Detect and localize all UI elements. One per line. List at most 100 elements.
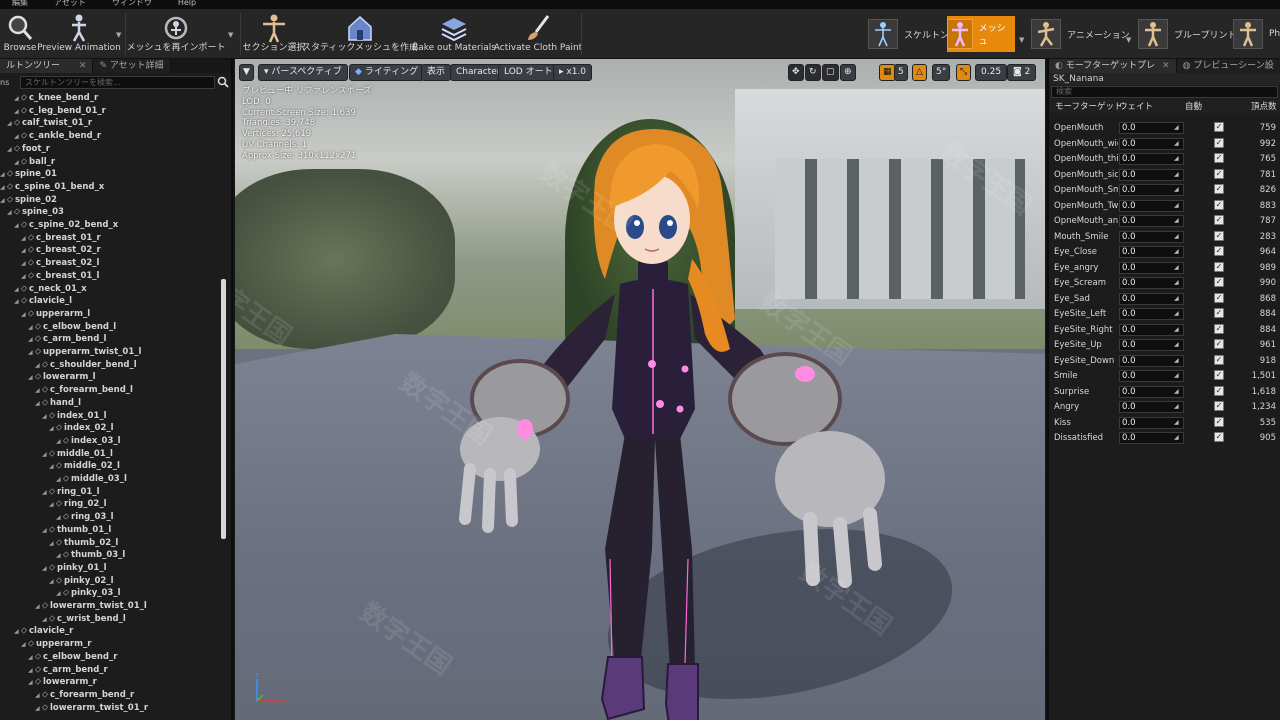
bone-tree-item[interactable]: ◢ ball_r: [14, 156, 55, 168]
weight-input[interactable]: 0.0 ◢: [1119, 432, 1184, 444]
auto-checkbox[interactable]: ✓: [1214, 292, 1224, 303]
expand-arrow-icon[interactable]: ◢: [42, 563, 49, 575]
bone-tree-item[interactable]: ◢ c_knee_bend_r: [14, 92, 98, 104]
expand-arrow-icon[interactable]: ◢: [28, 652, 35, 664]
expand-arrow-icon[interactable]: ◢: [56, 512, 63, 524]
browse-button[interactable]: Browse: [3, 9, 37, 59]
preview-animation-dropdown-icon[interactable]: ▼: [116, 31, 121, 39]
expand-arrow-icon[interactable]: ◢: [35, 385, 42, 397]
weight-input[interactable]: 0.0 ◢: [1119, 184, 1184, 196]
lighting-button[interactable]: ◆ ライティング: [349, 64, 425, 81]
bone-tree-item[interactable]: ◢ upperarm_twist_01_l: [28, 346, 141, 358]
tree-scrollbar[interactable]: [221, 279, 226, 539]
bone-tree-item[interactable]: ◢ upperarm_r: [21, 638, 91, 650]
morph-target-row[interactable]: EyeSite_Down 0.0 ◢ ✓ 918: [1051, 354, 1280, 369]
bone-tree-item[interactable]: ◢ foot_r: [7, 143, 50, 155]
header-weight[interactable]: ウェイト: [1119, 100, 1153, 112]
expand-arrow-icon[interactable]: ◢: [14, 93, 21, 105]
auto-checkbox[interactable]: ✓: [1214, 215, 1224, 225]
header-vertex-count[interactable]: 頂点数: [1251, 100, 1277, 112]
lod-auto-button[interactable]: LOD オート: [498, 64, 559, 81]
expand-arrow-icon[interactable]: ◢: [35, 703, 42, 715]
bone-tree-item[interactable]: ◢ c_ankle_bend_r: [14, 130, 101, 142]
tab-skeleton-tree[interactable]: ルトンツリー ✕: [0, 59, 94, 73]
auto-checkbox[interactable]: ✓: [1214, 370, 1224, 380]
bone-tree-item[interactable]: ◢ c_breast_02_l: [21, 257, 99, 269]
expand-arrow-icon[interactable]: ◢: [56, 588, 63, 600]
rotation-snap-value[interactable]: 5°: [932, 64, 951, 81]
expand-arrow-icon[interactable]: ◢: [14, 284, 21, 296]
weight-input[interactable]: 0.0 ◢: [1119, 168, 1184, 181]
activate-cloth-paint-button[interactable]: Activate Cloth Paint: [494, 9, 582, 59]
morph-target-row[interactable]: EyeSite_Right 0.0 ◢ ✓ 884: [1051, 323, 1280, 338]
close-icon[interactable]: ✕: [1162, 61, 1170, 71]
bone-tree-item[interactable]: ◢ spine_02: [0, 194, 57, 206]
make-static-mesh-button[interactable]: スタティックメッシュを作成: [302, 9, 418, 59]
weight-input[interactable]: 0.0 ◢: [1119, 261, 1184, 274]
bone-tree-item[interactable]: ◢ thumb_02_l: [49, 537, 118, 549]
expand-arrow-icon[interactable]: ◢: [42, 525, 49, 537]
weight-input[interactable]: 0.0 ◢: [1119, 370, 1184, 382]
morph-target-row[interactable]: Kiss 0.0 ◢ ✓ 535: [1051, 416, 1280, 431]
bone-tree-item[interactable]: ◢ c_elbow_bend_r: [28, 651, 117, 663]
expand-arrow-icon[interactable]: ◢: [35, 398, 42, 410]
bone-tree-item[interactable]: ◢ c_elbow_bend_l: [28, 321, 116, 333]
reimport-mesh-button[interactable]: メッシュを再インポート: [127, 9, 226, 59]
bone-tree-item[interactable]: ◢ c_breast_01_l: [21, 270, 99, 282]
expand-arrow-icon[interactable]: ◢: [56, 550, 63, 562]
auto-checkbox[interactable]: ✓: [1214, 354, 1224, 365]
bone-tree-item[interactable]: ◢ c_forearm_bend_r: [35, 689, 134, 701]
weight-input[interactable]: 0.0 ◢: [1119, 354, 1184, 367]
scale-snap-icon[interactable]: ⤡: [956, 64, 972, 81]
tab-asset-details[interactable]: ✎ アセット詳細: [93, 59, 171, 73]
mesh-mode-dropdown-icon[interactable]: ▼: [1019, 36, 1024, 44]
weight-input[interactable]: 0.0 ◢: [1119, 339, 1184, 351]
scale-snap-value[interactable]: 0.25: [975, 64, 1008, 81]
morph-target-row[interactable]: OpenMouth_thin 0.0 ◢ ✓ 765: [1051, 152, 1280, 167]
expand-arrow-icon[interactable]: ◢: [49, 423, 56, 435]
expand-arrow-icon[interactable]: ◢: [35, 601, 42, 613]
mode-blueprint-button[interactable]: ブループリント: [1138, 16, 1242, 52]
world-space-icon[interactable]: ⊕: [840, 64, 856, 81]
expand-arrow-icon[interactable]: ◢: [56, 474, 63, 486]
expand-arrow-icon[interactable]: ◢: [42, 449, 49, 461]
bone-tree-item[interactable]: ◢ c_arm_bend_r: [28, 664, 108, 676]
show-button[interactable]: 表示: [421, 64, 452, 81]
animation-mode-dropdown-icon[interactable]: ▼: [1126, 36, 1131, 44]
auto-checkbox[interactable]: ✓: [1214, 416, 1224, 427]
bone-tree-item[interactable]: ◢ pinky_02_l: [49, 575, 114, 587]
morph-target-row[interactable]: Eye_Close 0.0 ◢ ✓ 964: [1051, 245, 1280, 260]
weight-input[interactable]: 0.0 ◢: [1119, 401, 1184, 413]
expand-arrow-icon[interactable]: ◢: [49, 499, 56, 511]
bone-tree-item[interactable]: ◢ lowerarm_twist_01_l: [35, 600, 147, 612]
morph-target-row[interactable]: Dissatisfied 0.0 ◢ ✓ 905: [1051, 431, 1280, 446]
bone-tree-item[interactable]: ◢ lowerarm_l: [28, 371, 96, 383]
mode-physics-button[interactable]: Ph: [1233, 16, 1280, 52]
bone-tree-item[interactable]: ◢ c_breast_01_r: [21, 232, 101, 244]
expand-arrow-icon[interactable]: ◢: [28, 677, 35, 689]
morph-target-row[interactable]: Eye_Sad 0.0 ◢ ✓ 868: [1051, 292, 1280, 307]
auto-checkbox[interactable]: ✓: [1214, 199, 1224, 210]
morph-target-row[interactable]: Smile 0.0 ◢ ✓ 1,501: [1051, 369, 1280, 384]
bone-tree-item[interactable]: ◢ lowerarm_twist_01_r: [35, 702, 148, 714]
expand-arrow-icon[interactable]: ◢: [21, 233, 28, 245]
bone-tree-item[interactable]: ◢ lowerarm_r: [28, 676, 97, 688]
bone-tree-item[interactable]: ◢ spine_01: [0, 168, 57, 180]
perspective-button[interactable]: ▾ パースペクティブ: [258, 64, 348, 81]
scale-tool-icon[interactable]: ▢: [822, 64, 839, 81]
bone-tree-item[interactable]: ◢ c_shoulder_bend_l: [35, 359, 137, 371]
bone-tree-item[interactable]: ◢ ring_01_l: [42, 486, 99, 498]
morph-search-input[interactable]: 検索: [1051, 86, 1278, 98]
expand-arrow-icon[interactable]: ◢: [28, 322, 35, 334]
morph-target-row[interactable]: Eye_angry 0.0 ◢ ✓ 989: [1051, 261, 1280, 276]
expand-arrow-icon[interactable]: ◢: [21, 639, 28, 651]
expand-arrow-icon[interactable]: ◢: [21, 309, 28, 321]
bone-tree-item[interactable]: ◢ c_forearm_bend_l: [35, 384, 133, 396]
expand-arrow-icon[interactable]: ◢: [49, 461, 56, 473]
morph-target-row[interactable]: Surprise 0.0 ◢ ✓ 1,618: [1051, 385, 1280, 400]
bone-tree-item[interactable]: ◢ ring_02_l: [49, 498, 106, 510]
morph-target-row[interactable]: Angry 0.0 ◢ ✓ 1,234: [1051, 400, 1280, 415]
bone-tree-item[interactable]: ◢ c_leg_bend_01_r: [14, 105, 106, 117]
bone-tree-item[interactable]: ◢ ring_03_l: [56, 511, 113, 523]
expand-arrow-icon[interactable]: ◢: [21, 271, 28, 283]
